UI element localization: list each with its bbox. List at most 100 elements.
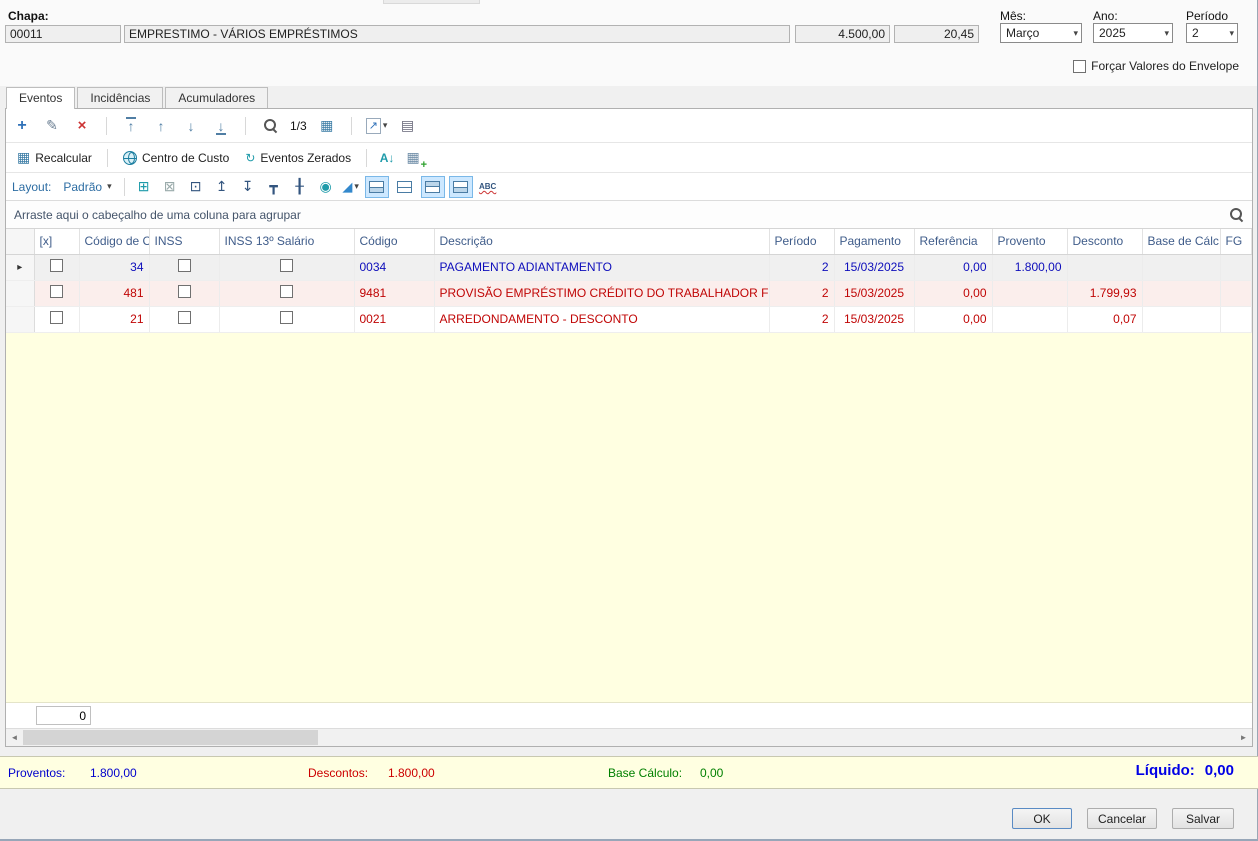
cell-inss13-checkbox[interactable] [219, 254, 355, 281]
cell-periodo: 2 [769, 306, 835, 333]
move-row-down-button[interactable]: ↧ [237, 176, 259, 198]
recalcular-button[interactable]: ▦ Recalcular [12, 147, 97, 168]
grid-row[interactable]: ▸ 34 0034 PAGAMENTO ADIANTAMENTO 2 15/03… [6, 254, 1252, 281]
checkbox-unchecked[interactable] [280, 311, 293, 324]
checkbox-unchecked[interactable] [280, 285, 293, 298]
edit-button[interactable]: ✎ [42, 115, 62, 137]
checkbox-unchecked[interactable] [177, 259, 191, 272]
liquido-total: Líquido: 0,00 [1136, 762, 1234, 779]
expand-groups-button[interactable]: ⊞ [133, 176, 155, 198]
cancelar-button[interactable]: Cancelar [1087, 808, 1157, 829]
move-row-up-button[interactable]: ↥ [211, 176, 233, 198]
centro-de-custo-button[interactable]: Centro de Custo [118, 149, 234, 167]
column-header-provento[interactable]: Provento [992, 229, 1068, 255]
view-toggle-header-top[interactable] [420, 175, 445, 198]
sphere-button[interactable]: ◉ [315, 176, 337, 198]
freeze-panes-button[interactable]: ╂ [289, 176, 311, 198]
checkbox-unchecked[interactable] [50, 285, 63, 298]
column-header-inss[interactable]: INSS [149, 229, 220, 255]
checkbox-unchecked[interactable] [50, 259, 63, 272]
column-header-pagamento[interactable]: Pagamento [834, 229, 915, 255]
checkbox-unchecked[interactable] [50, 311, 63, 324]
toolbar-separator [123, 177, 125, 196]
column-header-descricao[interactable]: Descrição [434, 229, 770, 255]
scrollbar-thumb[interactable] [23, 730, 318, 745]
payroll-envelope-window: Chapa: Mês: Ano: Período Março ▾ 2025 ▾ … [0, 0, 1258, 841]
cell-inss-checkbox[interactable] [149, 306, 220, 333]
horizontal-scrollbar[interactable]: ◄ ► [6, 729, 1252, 746]
collapse-groups-button[interactable]: ⊠ [159, 176, 181, 198]
view-toggle-preview-bottom[interactable] [364, 175, 389, 198]
add-button[interactable]: + [12, 115, 32, 137]
group-by-bar[interactable]: Arraste aqui o cabeçalho de uma coluna p… [6, 201, 1252, 229]
cell-x-checkbox[interactable] [34, 280, 80, 307]
chevron-down-icon: ▾ [1073, 27, 1078, 38]
cell-codigo-calculo: 34 [79, 254, 150, 281]
tab-incidencias[interactable]: Incidências [77, 87, 164, 108]
grid-view-button[interactable]: ▦ [317, 115, 337, 137]
column-header-x[interactable]: [x] [34, 229, 80, 255]
rate-field[interactable] [894, 25, 979, 43]
search-icon[interactable] [1229, 207, 1244, 222]
totals-bar: Proventos: 1.800,00 Descontos: 1.800,00 … [0, 756, 1258, 789]
add-to-table-button[interactable]: ▦ [403, 147, 427, 171]
salary-field[interactable] [795, 25, 890, 43]
column-header-referencia[interactable]: Referência [914, 229, 993, 255]
column-header-base-calculo[interactable]: Base de Cálc... [1142, 229, 1221, 255]
chevron-down-icon: ▾ [1229, 27, 1234, 38]
column-header-codigo[interactable]: Código [354, 229, 435, 255]
sort-az-button[interactable]: A↓ [377, 147, 397, 169]
first-record-button[interactable]: ↑ [121, 115, 141, 137]
toolbar-separator [106, 148, 108, 167]
tab-eventos[interactable]: Eventos [6, 87, 76, 109]
cell-x-checkbox[interactable] [34, 306, 80, 333]
column-header-codigo-calculo[interactable]: Código de C... [79, 229, 150, 255]
cell-referencia: 0,00 [914, 254, 993, 281]
layout-preset-dropdown[interactable]: Padrão ▾ [59, 178, 115, 196]
column-header-desconto[interactable]: Desconto [1067, 229, 1143, 255]
cell-inss-checkbox[interactable] [149, 254, 220, 281]
mes-selected-value: Março [1006, 26, 1040, 40]
periodo-select[interactable]: 2 ▾ [1186, 23, 1238, 43]
column-header-fg[interactable]: FG [1220, 229, 1252, 255]
cell-inss-checkbox[interactable] [149, 280, 220, 307]
zoom-search-button[interactable] [260, 115, 280, 137]
scroll-left-button[interactable]: ◄ [6, 729, 23, 746]
scroll-right-button[interactable]: ► [1235, 729, 1252, 746]
checkbox-unchecked[interactable] [177, 285, 191, 298]
column-header-periodo[interactable]: Período [769, 229, 835, 255]
cell-inss13-checkbox[interactable] [219, 306, 355, 333]
export-button[interactable]: ↗ ▾ [365, 115, 387, 137]
tab-acumuladores[interactable]: Acumuladores [165, 87, 269, 108]
forcar-valores-checkbox[interactable] [1073, 59, 1087, 73]
cell-inss13-checkbox[interactable] [219, 280, 355, 307]
column-header-inss-13[interactable]: INSS 13º Salário [219, 229, 355, 255]
footer-count-field[interactable] [36, 706, 91, 725]
checkbox-unchecked[interactable] [177, 311, 191, 324]
checkbox-unchecked[interactable] [280, 259, 293, 272]
spellcheck-button[interactable]: ABC [477, 176, 499, 198]
eventos-zerados-button[interactable]: ↻ Eventos Zerados [240, 149, 356, 167]
last-record-button[interactable]: ↓ [211, 115, 231, 137]
scrollbar-track[interactable] [318, 729, 1235, 746]
view-toggle-split-horizontal[interactable] [393, 176, 417, 198]
cell-x-checkbox[interactable] [34, 254, 80, 281]
descontos-label: Descontos: [308, 766, 369, 780]
previous-record-button[interactable]: ↑ [151, 115, 171, 137]
next-record-button[interactable]: ↓ [181, 115, 201, 137]
delete-button[interactable]: × [72, 115, 92, 137]
chart-type-dropdown[interactable]: ◢ ▾ [341, 176, 361, 198]
best-fit-button[interactable]: ⊡ [185, 176, 207, 198]
grid-row[interactable]: 21 0021 ARREDONDAMENTO - DESCONTO 2 15/0… [6, 306, 1252, 333]
ano-select[interactable]: 2025 ▾ [1093, 23, 1173, 43]
report-button[interactable]: ▤ [397, 115, 417, 137]
pane-bottom-icon [369, 180, 385, 193]
pin-column-button[interactable]: ┳ [263, 176, 285, 198]
view-toggle-footer-bottom[interactable] [448, 175, 473, 198]
grid-row[interactable]: 481 9481 PROVISÃO EMPRÉSTIMO CRÉDITO DO … [6, 280, 1252, 307]
mes-select[interactable]: Março ▾ [1000, 23, 1082, 43]
salvar-button[interactable]: Salvar [1172, 808, 1234, 829]
chapa-field[interactable] [5, 25, 121, 43]
ok-button[interactable]: OK [1012, 808, 1072, 829]
employee-name-field[interactable] [124, 25, 790, 43]
